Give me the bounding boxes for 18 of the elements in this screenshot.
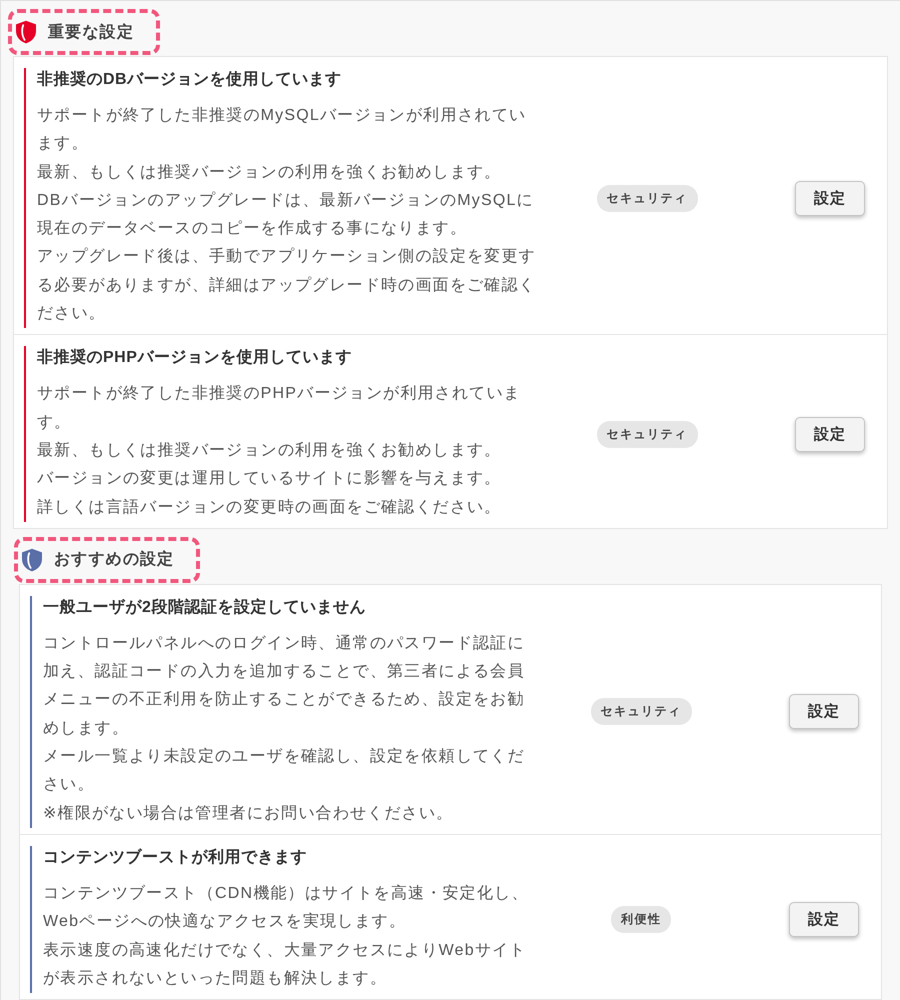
settings-button[interactable]: 設定 [795, 180, 865, 216]
settings-button[interactable]: 設定 [795, 416, 865, 452]
item-description: コンテンツブースト（CDN機能）はサイトを高速・安定化し、Webページへの快適なアクセスを実現します。 表示速度の高速化だけでなく、大量アクセスによりWebサイトが表示されないといった問題も解決します。 [43, 884, 530, 989]
section-title: 重要な設定 [48, 22, 134, 42]
settings-button[interactable]: 設定 [789, 902, 859, 938]
item-description: サポートが終了した非推奨のPHPバージョンが利用されています。 最新、もしくは推奨バージョンの利用を強くお勧めします。 バージョンの変更は運用しているサイトに影響を与えます。 詳しくは言語バージョンの変更時の画面をご確認ください。 [37, 384, 522, 518]
item-title: 非推奨のDBバージョンを使用しています [37, 70, 343, 90]
category-tag: 利便性 [610, 906, 672, 934]
item-title: コンテンツブーストが利用できます [43, 847, 308, 868]
section-title: おすすめの設定 [54, 549, 174, 570]
category-tag: セキュリティ [596, 184, 698, 212]
item-description: コントロールパネルへのログイン時、通常のパスワード認証に加え、認証コードの入力を追加することで、第三者による会員メニューの不正利用を防止することができるため、設定をお勧めします。 メール一覧より未設定のユーザを確認し、設定を依頼してください。 ※権限がない場合は管理者にお問い合わせください。 [43, 634, 526, 824]
item-description: サポートが終了した非推奨のMySQLバージョンが利用されています。 最新、もしくは推奨バージョンの利用を強くお勧めします。 DBバージョンのアップグレードは、最新バージョンのMySQLに現在のデータベースのコピーを作成する事になります。 アップグレード後は、手動でアプリケーション側の設定を変更する必要がありますが、詳細はアップグレード時の画面をご確認ください。 [37, 106, 537, 324]
category-tag: セキュリティ [590, 698, 692, 726]
settings-button[interactable]: 設定 [789, 694, 859, 730]
item-title: 非推奨のPHPバージョンを使用しています [37, 348, 353, 368]
item-title: 一般ユーザが2段階認証を設定していません [43, 597, 367, 618]
category-tag: セキュリティ [596, 420, 698, 448]
